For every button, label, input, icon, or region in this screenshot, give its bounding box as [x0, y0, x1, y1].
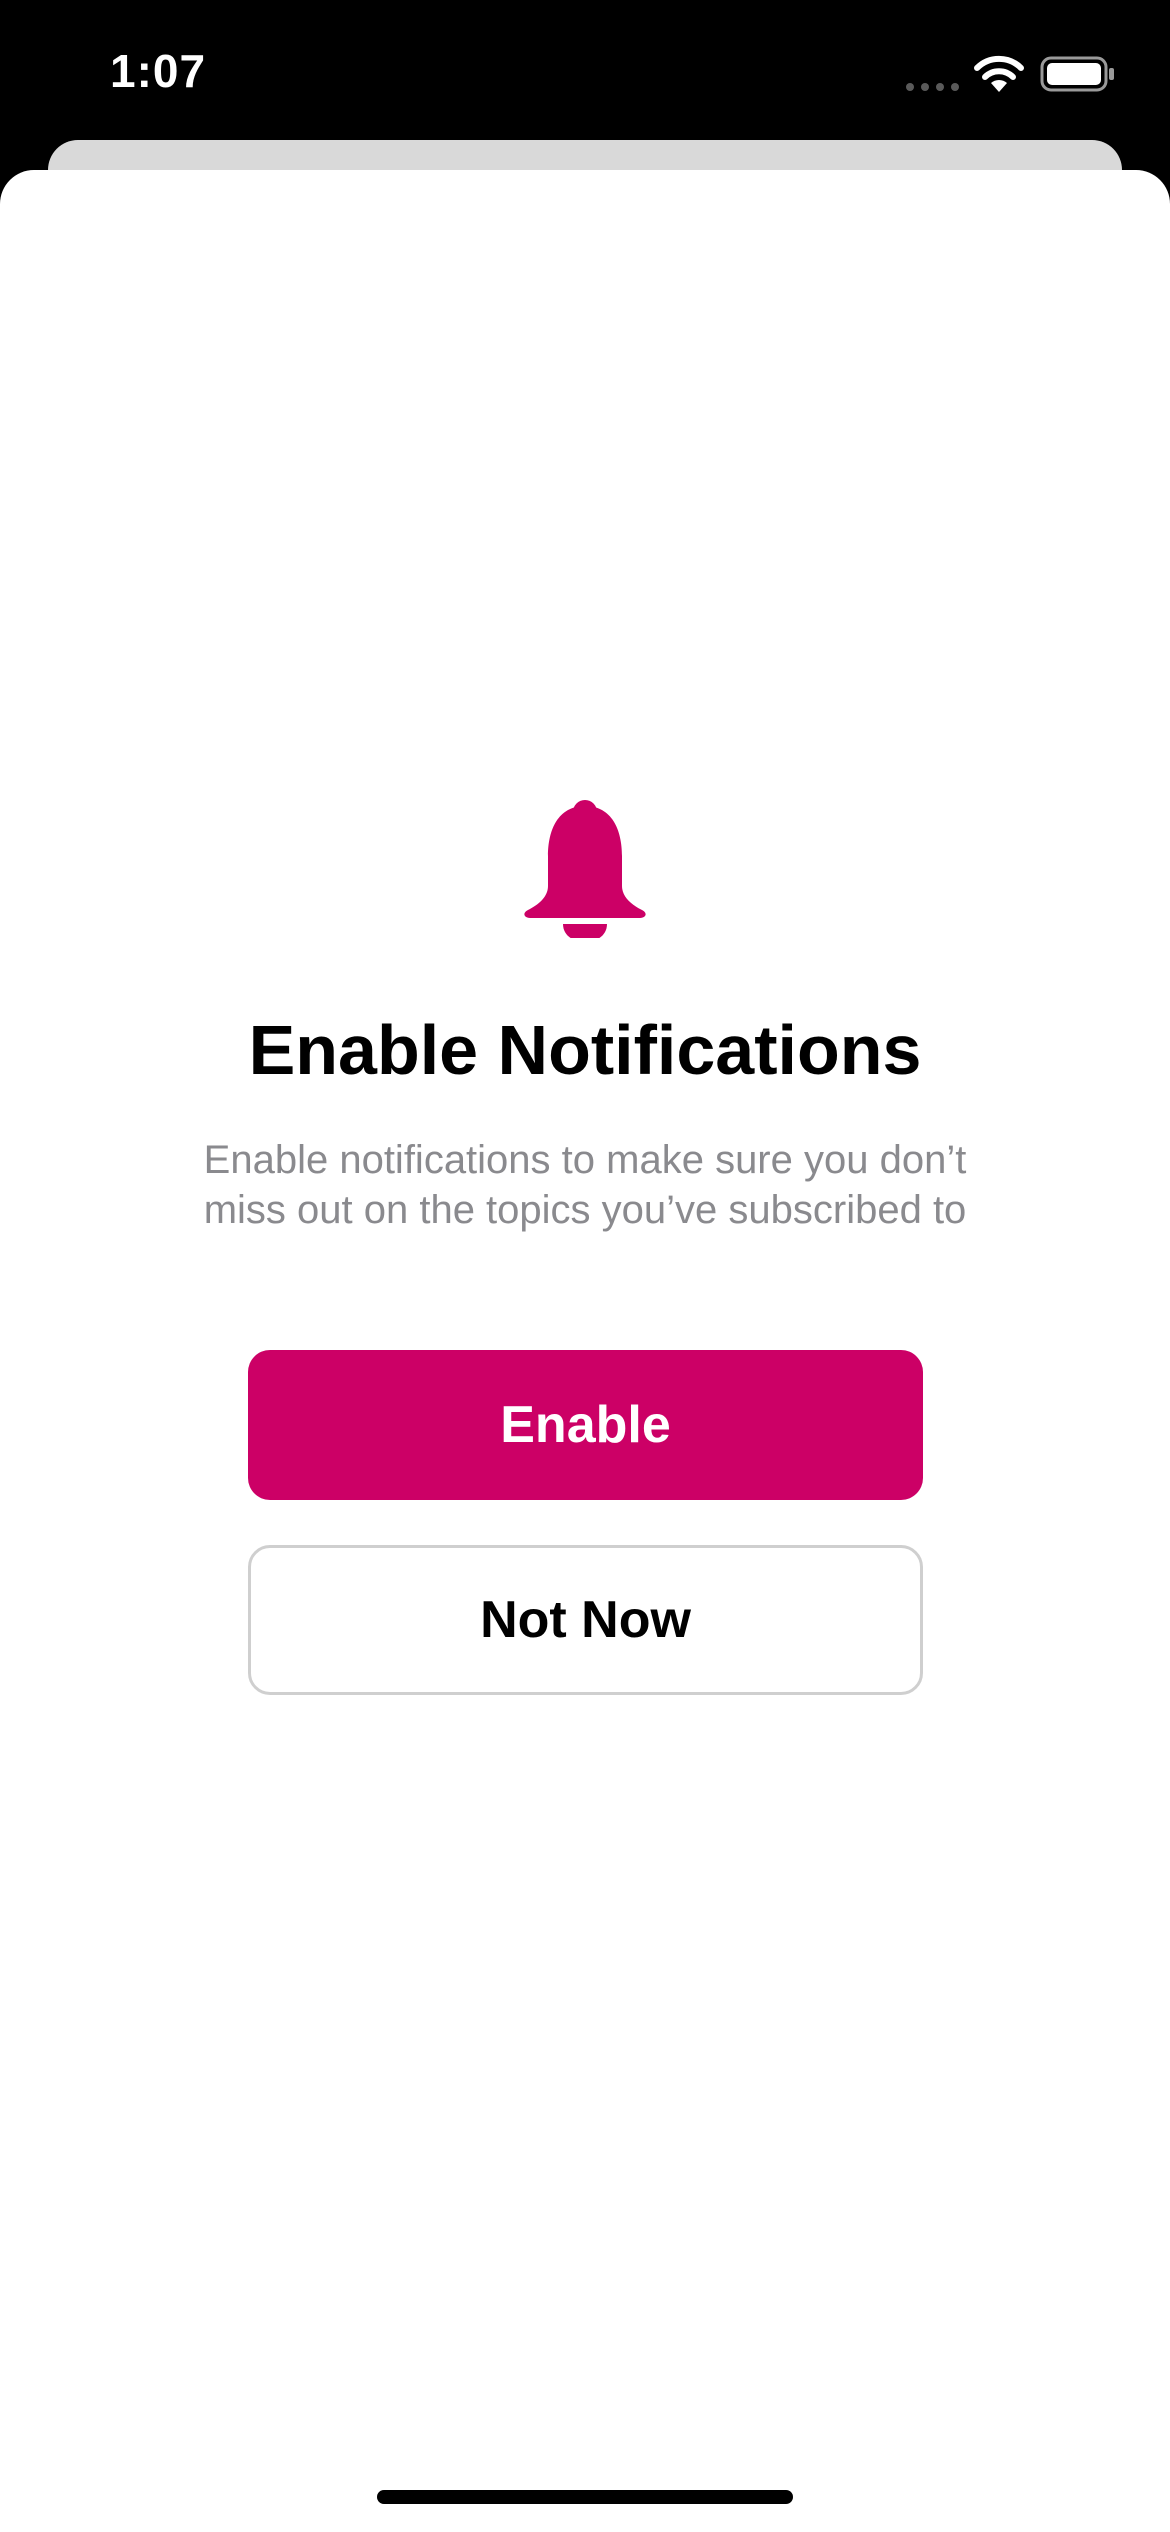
- status-bar: 1:07: [0, 0, 1170, 140]
- signal-icon: [906, 83, 959, 91]
- not-now-button[interactable]: Not Now: [248, 1545, 923, 1695]
- status-time: 1:07: [110, 45, 207, 97]
- wifi-icon: [974, 55, 1024, 92]
- battery-icon: [1040, 56, 1114, 92]
- home-indicator[interactable]: [377, 2490, 793, 2504]
- prompt-title: Enable Notifications: [248, 1011, 922, 1089]
- prompt-description: Enable notifications to make sure you do…: [203, 1138, 967, 1232]
- enable-button[interactable]: Enable: [248, 1350, 923, 1500]
- bell-icon: [524, 800, 646, 938]
